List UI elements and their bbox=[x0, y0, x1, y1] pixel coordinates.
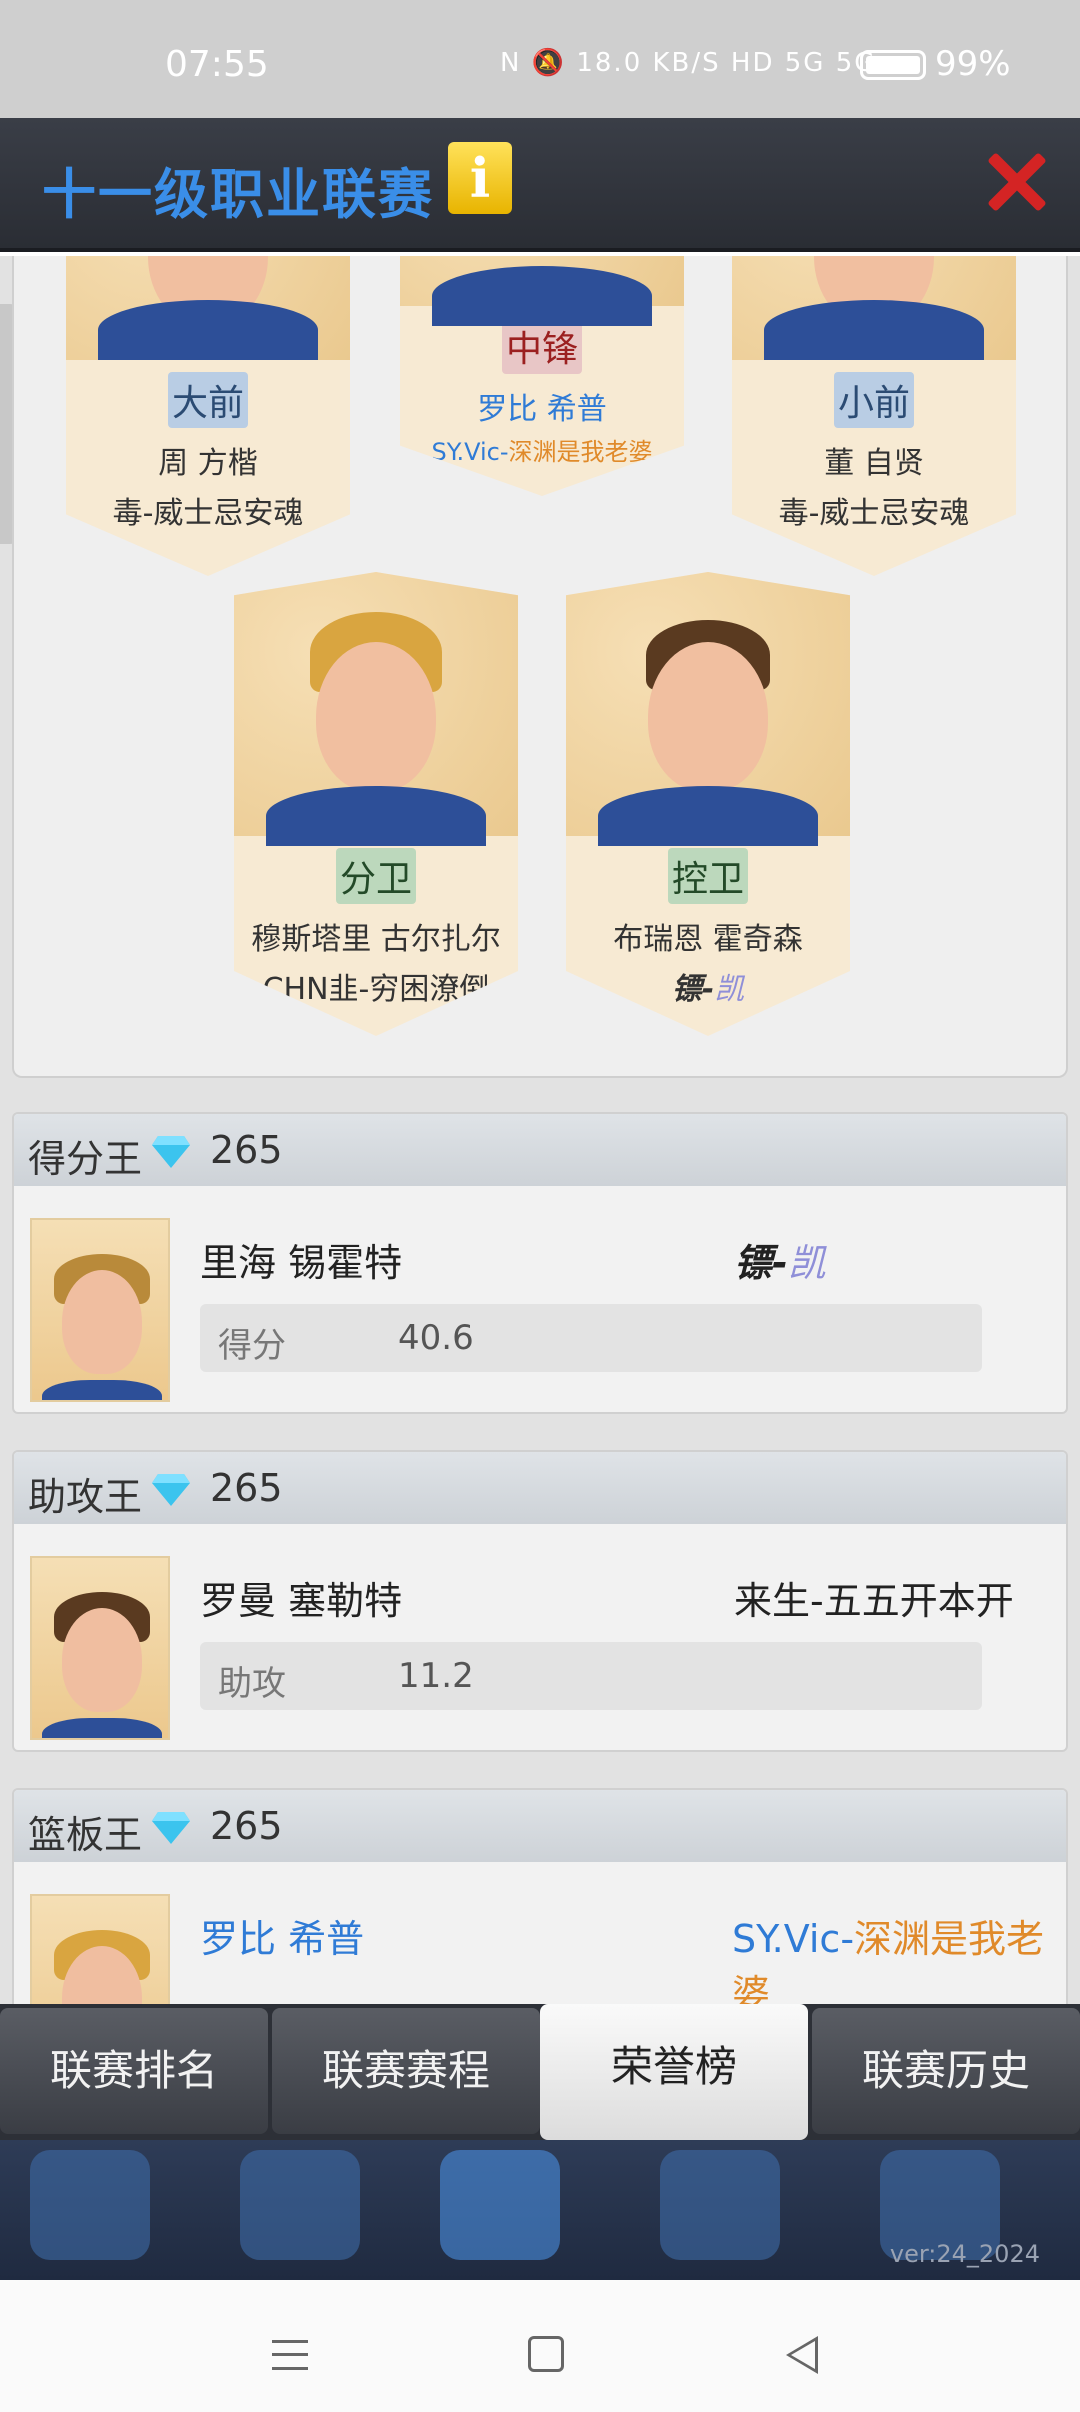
league-tab-bar: 联赛排名 联赛赛程 荣誉榜 联赛历史 bbox=[0, 2004, 1080, 2140]
tab-league-ranking[interactable]: 联赛排名 bbox=[0, 2008, 268, 2134]
player-team: SY.Vic-深渊是我老婆 bbox=[431, 438, 653, 466]
tab-honor-board[interactable]: 荣誉榜 bbox=[540, 2004, 808, 2140]
game-menu-background: ver:24_2024 bbox=[0, 2140, 1080, 2280]
menu-icon[interactable] bbox=[272, 2340, 308, 2370]
status-icons: N 🔕 18.0 KB/S HD 5G 5G bbox=[500, 48, 877, 78]
position-badge: 控卫 bbox=[667, 848, 748, 904]
diamond-icon bbox=[152, 1136, 190, 1168]
award-player-name[interactable]: 罗比 希普 bbox=[200, 1908, 364, 1963]
lineup-card[interactable]: 小前 董 自贤 毒-威士忌安魂 bbox=[732, 256, 1016, 576]
award-reward: 265 bbox=[210, 1466, 283, 1510]
player-team: 毒-威士忌安魂 bbox=[112, 496, 304, 531]
player-avatar[interactable] bbox=[30, 1556, 170, 1740]
lineup-card[interactable]: 中锋 罗比 希普 SY.Vic-深渊是我老婆 bbox=[400, 256, 684, 496]
player-portrait bbox=[66, 256, 350, 360]
award-header: 助攻王 265 bbox=[14, 1452, 1066, 1524]
diamond-icon bbox=[152, 1474, 190, 1506]
league-header: 十一级职业联赛 i bbox=[0, 118, 1080, 252]
player-portrait bbox=[234, 572, 518, 846]
status-time: 07:55 bbox=[165, 44, 269, 85]
position-badge: 小前 bbox=[833, 372, 914, 428]
award-title: 得分王 bbox=[28, 1137, 143, 1181]
player-portrait bbox=[566, 572, 850, 846]
player-name: 布瑞恩 霍奇森 bbox=[613, 922, 803, 957]
system-nav-bar bbox=[0, 2280, 1080, 2412]
award-title: 助攻王 bbox=[28, 1475, 143, 1519]
player-name: 罗比 希普 bbox=[477, 392, 607, 427]
award-player-team[interactable]: 镖-凯 bbox=[734, 1232, 826, 1287]
award-title: 篮板王 bbox=[28, 1813, 143, 1857]
battery-percent: 99% bbox=[935, 44, 1011, 84]
page-title: 十一级职业联赛 bbox=[42, 163, 434, 226]
stat-value: 40.6 bbox=[398, 1318, 474, 1358]
player-team: 镖-凯 bbox=[671, 972, 745, 1007]
lineup-card[interactable]: 控卫 布瑞恩 霍奇森 镖-凯 bbox=[566, 572, 850, 1036]
honor-board-content[interactable]: 大前 周 方楷 毒-威士忌安魂 中锋 罗比 希普 SY.Vic-深渊是我老婆 小… bbox=[0, 256, 1080, 2004]
stat-label: 得分 bbox=[218, 1326, 286, 1366]
diamond-icon bbox=[152, 1812, 190, 1844]
stat-value: 11.2 bbox=[398, 1656, 474, 1696]
status-bar: 07:55 N 🔕 18.0 KB/S HD 5G 5G 99% bbox=[0, 0, 1080, 118]
lineup-card[interactable]: 大前 周 方楷 毒-威士忌安魂 bbox=[66, 256, 350, 576]
close-icon[interactable] bbox=[984, 150, 1046, 212]
info-icon[interactable]: i bbox=[448, 142, 512, 214]
award-section-rebounds: 篮板王 265 罗比 希普 SY.Vic-深渊是我老婆 bbox=[12, 1788, 1068, 2004]
player-team: CHN韭-穷困潦倒 bbox=[262, 972, 490, 1007]
best-lineup-panel: 大前 周 方楷 毒-威士忌安魂 中锋 罗比 希普 SY.Vic-深渊是我老婆 小… bbox=[12, 256, 1068, 1078]
award-section-scoring: 得分王 265 里海 锡霍特 镖-凯 得分 40.6 bbox=[12, 1112, 1068, 1414]
position-badge: 分卫 bbox=[335, 848, 416, 904]
tab-league-history[interactable]: 联赛历史 bbox=[812, 2008, 1080, 2134]
award-section-assists: 助攻王 265 罗曼 塞勒特 来生-五五开本开 助攻 11.2 bbox=[12, 1450, 1068, 1752]
player-name: 周 方楷 bbox=[158, 446, 258, 481]
award-player-team[interactable]: SY.Vic-深渊是我老婆 bbox=[732, 1908, 1066, 2004]
stat-label: 助攻 bbox=[218, 1664, 286, 1704]
home-icon[interactable] bbox=[528, 2336, 564, 2372]
version-label: ver:24_2024 bbox=[889, 2240, 1040, 2268]
award-player-name[interactable]: 里海 锡霍特 bbox=[200, 1232, 402, 1287]
award-header: 篮板王 265 bbox=[14, 1790, 1066, 1862]
award-player-team[interactable]: 来生-五五开本开 bbox=[734, 1570, 1014, 1625]
position-badge: 大前 bbox=[167, 372, 248, 428]
award-reward: 265 bbox=[210, 1804, 283, 1848]
player-avatar[interactable] bbox=[30, 1218, 170, 1402]
award-player-name[interactable]: 罗曼 塞勒特 bbox=[200, 1570, 402, 1625]
player-team: 毒-威士忌安魂 bbox=[778, 496, 970, 531]
player-name: 董 自贤 bbox=[824, 446, 924, 481]
award-header: 得分王 265 bbox=[14, 1114, 1066, 1186]
tab-league-schedule[interactable]: 联赛赛程 bbox=[272, 2008, 540, 2134]
position-badge: 中锋 bbox=[501, 318, 582, 374]
player-avatar[interactable] bbox=[30, 1894, 170, 2004]
player-portrait bbox=[732, 256, 1016, 360]
lineup-card[interactable]: 分卫 穆斯塔里 古尔扎尔 CHN韭-穷困潦倒 bbox=[234, 572, 518, 1036]
player-name: 穆斯塔里 古尔扎尔 bbox=[251, 922, 501, 957]
award-stat-bar: 助攻 11.2 bbox=[200, 1642, 982, 1710]
battery-icon bbox=[860, 50, 926, 80]
award-stat-bar: 得分 40.6 bbox=[200, 1304, 982, 1372]
back-icon[interactable] bbox=[786, 2336, 818, 2374]
award-reward: 265 bbox=[210, 1128, 283, 1172]
player-portrait bbox=[400, 256, 684, 326]
